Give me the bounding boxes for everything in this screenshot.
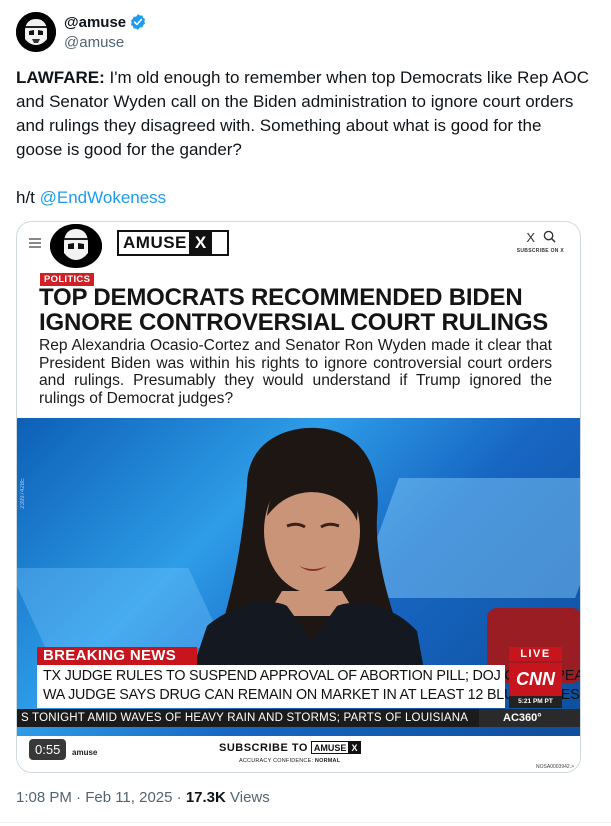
subscribe-on-x-label: SUBSCRIBE ON X bbox=[516, 248, 564, 254]
verified-badge-icon[interactable] bbox=[129, 13, 147, 31]
broadcast-time: 5:21 PM PT bbox=[509, 696, 562, 708]
accuracy-confidence: ACCURACY CONFIDENCE: NORMAL bbox=[239, 758, 340, 764]
subscribe-text: SUBSCRIBE TO bbox=[219, 741, 308, 754]
media-video[interactable]: AMUSE X X SUBSCRIBE ON X POLITICS TOP DE… bbox=[16, 221, 581, 773]
article-card: AMUSE X X SUBSCRIBE ON X POLITICS TOP DE… bbox=[17, 222, 580, 418]
mini-logo-left: AMUSE bbox=[313, 742, 347, 753]
breaking-line-1: TX JUDGE RULES TO SUSPEND APPROVAL OF AB… bbox=[43, 668, 581, 684]
display-name[interactable]: @amuse bbox=[64, 13, 147, 31]
views-label: Views bbox=[225, 789, 270, 806]
show-name: AC360° bbox=[479, 709, 580, 727]
video-duration[interactable]: 0:55 bbox=[29, 739, 67, 760]
breaking-news-text: TX JUDGE RULES TO SUSPEND APPROVAL OF AB… bbox=[37, 665, 581, 708]
logo-right-text: X bbox=[188, 232, 213, 254]
hat-tip-prefix: h/t bbox=[16, 188, 40, 207]
article-summary: Rep Alexandria Ocasio-Cortez and Senator… bbox=[39, 337, 552, 407]
name-block: @amuse @amuse bbox=[64, 13, 147, 51]
tweet-header: @amuse @amuse bbox=[16, 12, 596, 56]
tweet-lead: LAWFARE: bbox=[16, 68, 105, 87]
news-ticker: S TONIGHT AMID WAVES OF HEAVY RAIN AND S… bbox=[17, 709, 580, 727]
timestamp[interactable]: 1:08 PM · Feb 11, 2025 · bbox=[16, 789, 186, 806]
hat-tip: h/t @EndWokeness bbox=[16, 186, 166, 210]
network-logo: CNN bbox=[509, 663, 562, 696]
display-name-text[interactable]: @amuse bbox=[64, 14, 126, 31]
card-top-icons: X bbox=[526, 230, 556, 246]
speaker-image bbox=[187, 426, 427, 686]
corner-code: NOSA0003942.> bbox=[536, 764, 574, 770]
amuse-watermark: amuse bbox=[72, 748, 98, 757]
headline-line-1: TOP DEMOCRATS RECOMMENDED BIDEN bbox=[39, 284, 523, 311]
tweet-meta: 1:08 PM · Feb 11, 2025 · 17.3K Views bbox=[16, 789, 270, 806]
logo-left-text: AMUSE bbox=[119, 233, 189, 253]
live-badge: LIVE bbox=[509, 647, 562, 661]
card-footer: 0:55 amuse SUBSCRIBE TO AMUSE X ACCURACY… bbox=[17, 736, 580, 772]
accuracy-value: NORMAL bbox=[314, 758, 341, 764]
avatar[interactable] bbox=[16, 12, 56, 52]
mini-amuse-logo: AMUSE X bbox=[310, 741, 362, 754]
handle[interactable]: @amuse bbox=[64, 34, 147, 51]
views-count[interactable]: 17.3K bbox=[186, 789, 226, 806]
card-logo-avatar bbox=[50, 224, 102, 268]
breaking-line-2: WA JUDGE SAYS DRUG CAN REMAIN ON MARKET … bbox=[43, 687, 580, 703]
tweet-text: LAWFARE: I'm old enough to remember when… bbox=[16, 66, 591, 162]
subscribe-banner: SUBSCRIBE TO AMUSE X bbox=[219, 741, 362, 754]
accuracy-prefix: ACCURACY CONFIDENCE: bbox=[239, 758, 315, 764]
mini-logo-right: X bbox=[348, 742, 361, 753]
divider bbox=[0, 822, 611, 823]
video-frame[interactable]: 23997428E BREAKING NEWS TX JUDGE RULES T… bbox=[17, 418, 581, 736]
breaking-news-label: BREAKING NEWS bbox=[37, 647, 197, 665]
mention-link[interactable]: @EndWokeness bbox=[40, 188, 167, 207]
search-icon bbox=[543, 230, 556, 246]
ticker-text: S TONIGHT AMID WAVES OF HEAVY RAIN AND S… bbox=[21, 712, 469, 724]
x-icon: X bbox=[526, 230, 535, 245]
headline-line-2: IGNORE CONTROVERSIAL COURT RULINGS bbox=[39, 309, 549, 336]
menu-icon bbox=[29, 238, 41, 250]
amuse-logo: AMUSE X bbox=[117, 230, 229, 256]
article-headline: TOP DEMOCRATS RECOMMENDED BIDEN IGNORE C… bbox=[39, 285, 549, 335]
vertical-code: 23997428E bbox=[20, 478, 26, 509]
